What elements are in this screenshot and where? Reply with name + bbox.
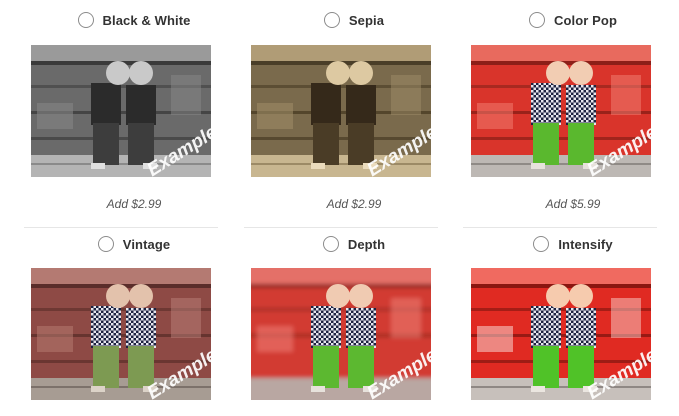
- intensify-preview-image[interactable]: Example: [471, 268, 651, 400]
- sepia-price: Add $2.99: [326, 197, 382, 211]
- option-label: Sepia: [348, 12, 385, 28]
- sepia-preview-image[interactable]: Example: [251, 45, 431, 177]
- preview-photo-graphic: Example: [471, 45, 651, 177]
- option-header: Color Pop: [463, 9, 679, 31]
- color-pop-price: Add $5.99: [545, 197, 601, 211]
- preview-photo-graphic: Example: [31, 45, 211, 177]
- black-white-price: Add $2.99: [106, 197, 162, 211]
- option-header: Sepia: [244, 9, 464, 31]
- option-black-white: Black & White: [24, 9, 244, 31]
- option-header: Intensify: [463, 233, 679, 255]
- row-divider: [244, 227, 438, 228]
- row-divider: [24, 227, 218, 228]
- option-vintage: Vintage: [24, 233, 244, 255]
- color-pop-preview-image[interactable]: Example: [471, 45, 651, 177]
- option-intensify: Intensify: [463, 233, 679, 255]
- depth-preview-image[interactable]: Example: [251, 268, 431, 400]
- vintage-preview-image[interactable]: Example: [31, 268, 211, 400]
- option-label: Vintage: [122, 236, 171, 252]
- option-header: Vintage: [24, 233, 244, 255]
- color-pop-radio[interactable]: [528, 12, 545, 28]
- row-divider: [463, 227, 657, 228]
- black-white-preview-image[interactable]: Example: [31, 45, 211, 177]
- depth-radio[interactable]: [322, 236, 339, 252]
- option-label: Intensify: [558, 236, 613, 252]
- option-header: Depth: [244, 233, 464, 255]
- intensify-radio[interactable]: [533, 236, 550, 252]
- photo-effects-grid: Black & White Example Add $2.99 Sepia Ex…: [0, 0, 679, 416]
- option-depth: Depth: [244, 233, 464, 255]
- preview-photo-graphic: Example: [251, 45, 431, 177]
- black-white-radio[interactable]: [77, 12, 94, 28]
- option-label: Black & White: [102, 12, 191, 28]
- vintage-radio[interactable]: [97, 236, 114, 252]
- sepia-radio[interactable]: [323, 12, 340, 28]
- option-header: Black & White: [24, 9, 244, 31]
- option-label: Depth: [347, 236, 386, 252]
- preview-photo-graphic: Example: [31, 268, 211, 400]
- option-label: Color Pop: [553, 12, 617, 28]
- option-color-pop: Color Pop: [463, 9, 679, 31]
- preview-photo-graphic: Example: [251, 268, 431, 400]
- option-sepia: Sepia: [244, 9, 464, 31]
- preview-photo-graphic: Example: [471, 268, 651, 400]
